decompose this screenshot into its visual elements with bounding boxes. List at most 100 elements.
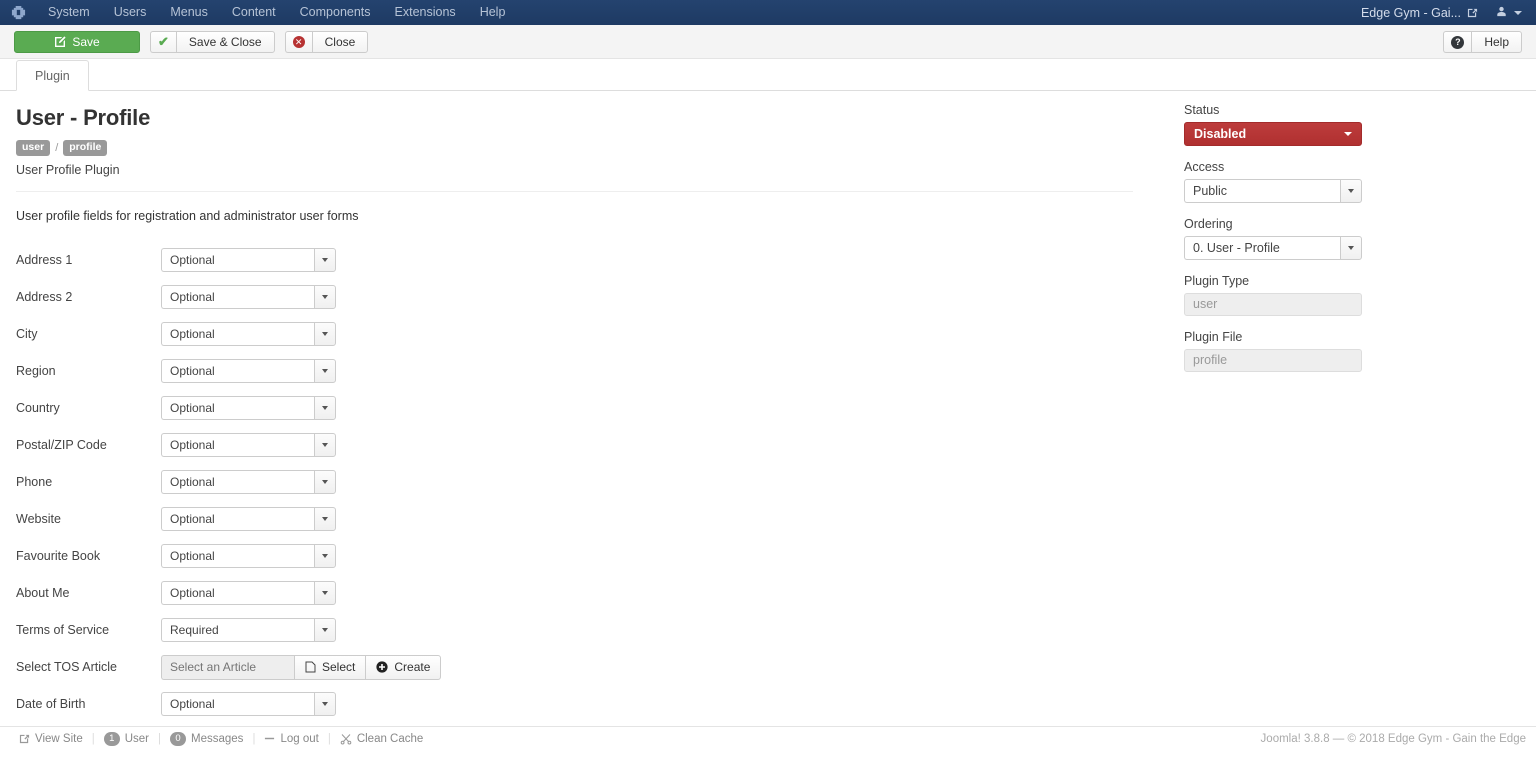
- postal-zip-code-select[interactable]: Optional: [161, 433, 336, 457]
- users-count-badge: 1: [103, 731, 120, 746]
- edit-square-icon: [54, 35, 66, 48]
- save-close-button[interactable]: Save & Close: [175, 30, 275, 53]
- form-note: User profile fields for registration and…: [16, 208, 359, 223]
- view-site-link[interactable]: View Site: [10, 733, 92, 745]
- chevron-down-icon[interactable]: [314, 470, 336, 494]
- select-value: Required: [161, 618, 314, 642]
- help-button[interactable]: Help: [1471, 31, 1522, 53]
- select-value: Optional: [161, 507, 314, 531]
- chevron-down-icon[interactable]: [314, 618, 336, 642]
- close-button[interactable]: Close: [311, 30, 369, 53]
- city-select[interactable]: Optional: [161, 322, 336, 346]
- field-label: Favourite Book: [16, 549, 101, 563]
- field-label: Terms of Service: [16, 623, 110, 637]
- chevron-down-icon[interactable]: [314, 692, 336, 716]
- plus-circle-icon: [376, 661, 388, 673]
- field-row-country: Country Optional: [16, 390, 1134, 427]
- plugin-badges: user / profile: [16, 140, 1134, 156]
- field-row-date-of-birth: Date of Birth Optional: [16, 686, 1134, 723]
- plugin-description: User Profile Plugin: [16, 162, 120, 177]
- access-select[interactable]: Public: [1184, 179, 1362, 203]
- minus-icon: [264, 733, 275, 744]
- field-label: Date of Birth: [16, 697, 86, 711]
- users-link[interactable]: 1 User: [95, 731, 158, 746]
- tos-article-select-button[interactable]: Select: [294, 654, 366, 680]
- field-label: Select TOS Article: [16, 660, 117, 674]
- access-label: Access: [1184, 160, 1225, 174]
- tab-strip: Plugin: [0, 59, 1536, 91]
- status-select[interactable]: Disabled: [1184, 122, 1362, 146]
- select-value: Optional: [161, 581, 314, 605]
- badge-plugin-group: user: [16, 140, 51, 156]
- date-of-birth-select[interactable]: Optional: [161, 692, 336, 716]
- site-name-link[interactable]: Edge Gym - Gai...: [1361, 6, 1467, 20]
- help-icon-button[interactable]: ?: [1443, 31, 1472, 53]
- address-2-select[interactable]: Optional: [161, 285, 336, 309]
- address-1-select[interactable]: Optional: [161, 248, 336, 272]
- tos-article-select-label: Select: [322, 660, 356, 674]
- chevron-down-icon[interactable]: [1340, 179, 1362, 203]
- field-label: Address 2: [16, 290, 73, 304]
- region-select[interactable]: Optional: [161, 359, 336, 383]
- select-value: Optional: [161, 433, 314, 457]
- chevron-down-icon[interactable]: [314, 248, 336, 272]
- clean-cache-label: Clean Cache: [356, 732, 424, 745]
- field-label: About Me: [16, 586, 70, 600]
- save-close-button-group: ✔ Save & Close: [150, 30, 275, 53]
- external-link-icon[interactable]: [1467, 7, 1492, 18]
- menu-item-content[interactable]: Content: [220, 0, 288, 25]
- phone-select[interactable]: Optional: [161, 470, 336, 494]
- country-select[interactable]: Optional: [161, 396, 336, 420]
- top-navigation-bar: System Users Menus Content Components Ex…: [0, 0, 1536, 25]
- chevron-down-icon[interactable]: [314, 581, 336, 605]
- menu-item-help[interactable]: Help: [468, 0, 518, 25]
- ordering-value: 0. User - Profile: [1184, 236, 1340, 260]
- save-button[interactable]: Save: [14, 30, 140, 53]
- joomla-logo-icon[interactable]: [0, 0, 36, 25]
- menu-item-system[interactable]: System: [36, 0, 102, 25]
- chevron-down-icon[interactable]: [314, 433, 336, 457]
- about-me-select[interactable]: Optional: [161, 581, 336, 605]
- menu-item-components[interactable]: Components: [288, 0, 383, 25]
- favourite-book-select[interactable]: Optional: [161, 544, 336, 568]
- section-divider: [16, 190, 1133, 192]
- plugin-type-value: user: [1184, 293, 1362, 316]
- tos-article-create-button[interactable]: Create: [365, 654, 442, 680]
- copyright-text: Joomla! 3.8.8 — © 2018 Edge Gym - Gain t…: [1260, 732, 1526, 745]
- question-circle-icon: ?: [1451, 35, 1465, 49]
- messages-link[interactable]: 0 Messages: [161, 731, 252, 746]
- select-value: Optional: [161, 544, 314, 568]
- chevron-down-icon[interactable]: [314, 285, 336, 309]
- chevron-down-icon[interactable]: [1340, 236, 1362, 260]
- field-row-region: Region Optional: [16, 353, 1134, 390]
- clean-cache-link[interactable]: Clean Cache: [331, 733, 432, 745]
- logout-link[interactable]: Log out: [255, 733, 327, 745]
- tos-article-create-label: Create: [394, 660, 431, 674]
- chevron-down-icon[interactable]: [314, 544, 336, 568]
- select-value: Optional: [161, 322, 314, 346]
- terms-of-service-select[interactable]: Required: [161, 618, 336, 642]
- save-close-icon-button[interactable]: ✔: [150, 30, 176, 53]
- ordering-select[interactable]: 0. User - Profile: [1184, 236, 1362, 260]
- field-row-about-me: About Me Optional: [16, 575, 1134, 612]
- chevron-down-icon[interactable]: [314, 507, 336, 531]
- plugin-type-label: Plugin Type: [1184, 274, 1250, 288]
- tos-article-picker: Select Create: [161, 654, 442, 680]
- menu-item-users[interactable]: Users: [102, 0, 159, 25]
- tab-plugin[interactable]: Plugin: [16, 60, 89, 91]
- menu-item-menus[interactable]: Menus: [158, 0, 220, 25]
- field-label: Address 1: [16, 253, 73, 267]
- chevron-down-icon[interactable]: [314, 359, 336, 383]
- menu-item-extensions[interactable]: Extensions: [383, 0, 468, 25]
- tos-article-input[interactable]: [161, 654, 294, 680]
- help-button-group: ? Help: [1443, 31, 1522, 53]
- chevron-down-icon[interactable]: [314, 396, 336, 420]
- website-select[interactable]: Optional: [161, 507, 336, 531]
- user-menu-button[interactable]: [1492, 6, 1530, 20]
- chevron-down-icon[interactable]: [314, 322, 336, 346]
- select-value: Optional: [161, 692, 314, 716]
- close-icon-button[interactable]: ✕: [284, 30, 312, 53]
- status-bar-left: View Site | 1 User | 0 Messages | Log ou…: [10, 731, 432, 746]
- status-value: Disabled: [1194, 127, 1247, 141]
- status-label: Status: [1184, 103, 1220, 117]
